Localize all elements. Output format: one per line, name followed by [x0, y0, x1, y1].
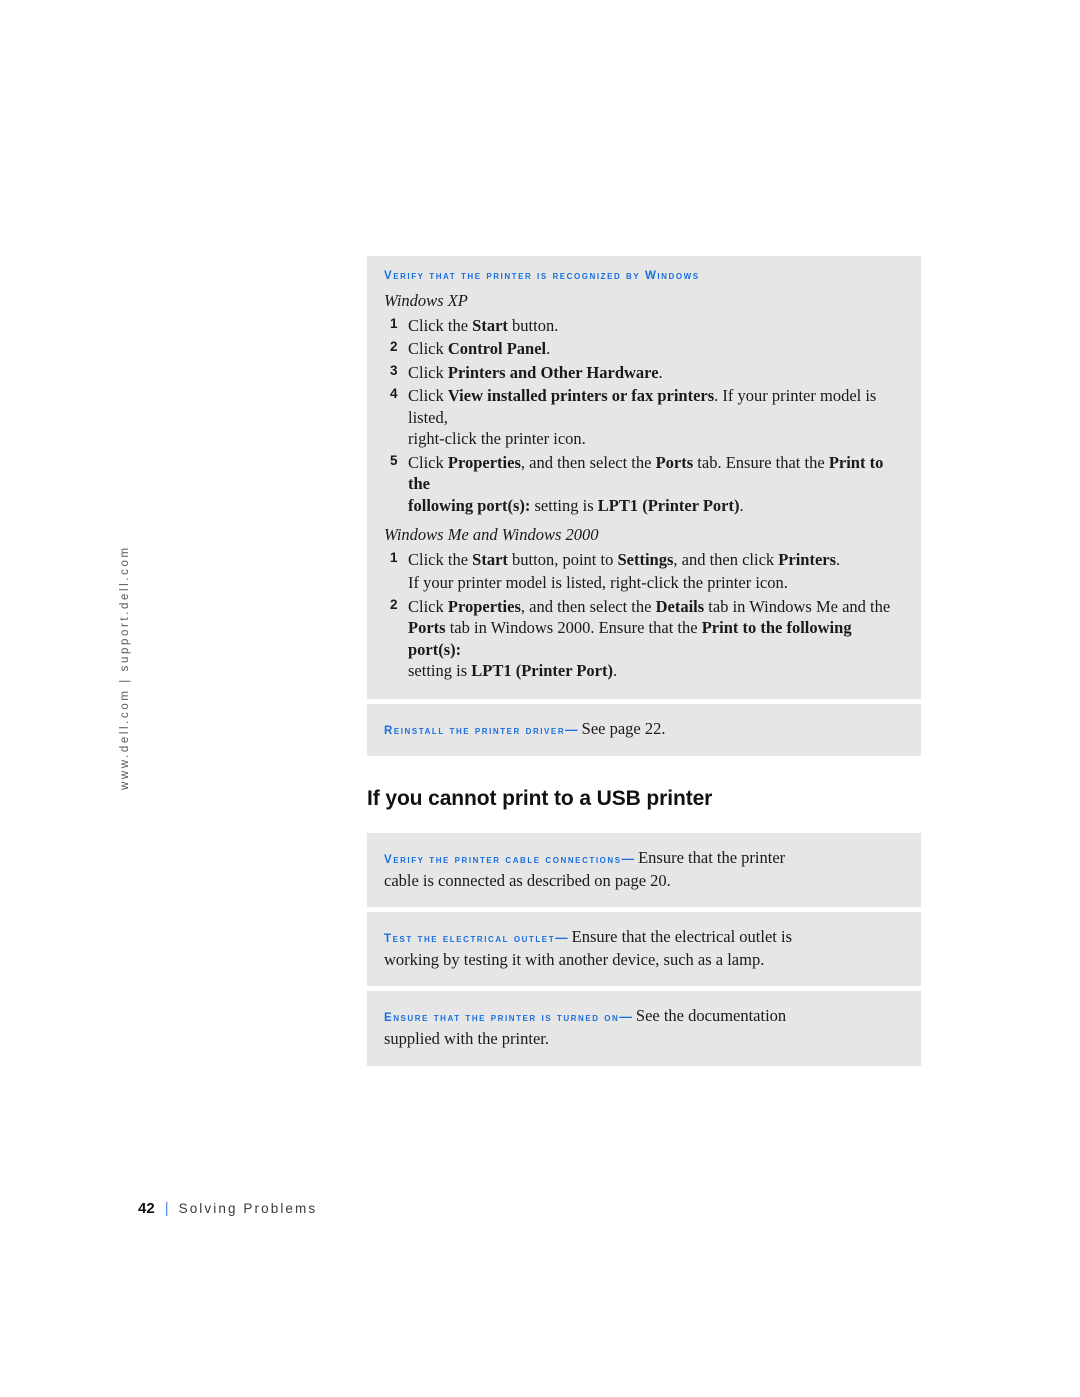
- step-item: 4 Click View installed printers or fax pr…: [384, 385, 904, 449]
- step-text-pre: Click: [408, 362, 448, 382]
- tip-line: Test the electrical outlet— Ensure that …: [384, 926, 904, 949]
- tip-heading-test-outlet: Test the electrical outlet: [384, 932, 556, 945]
- step-text-d: tab. Ensure that the: [693, 452, 829, 472]
- step-text-e: .: [836, 549, 841, 569]
- step-text-l3c: .: [613, 661, 618, 681]
- tip-body-test-outlet: Ensure that the electrical outlet is: [571, 926, 793, 946]
- step-text-post: .: [546, 339, 551, 359]
- content-column: Verify that the printer is recognized by…: [367, 256, 921, 1071]
- step-number: 1: [390, 549, 398, 565]
- em-dash-separator: —: [621, 851, 635, 866]
- os-subheading-windows-me-2000: Windows Me and Windows 2000: [384, 524, 599, 544]
- step-text-c: , and then select the: [520, 596, 656, 616]
- footer-separator: |: [164, 1200, 169, 1217]
- step-text-a: Click the: [408, 549, 473, 569]
- side-url-text: www.dell.com | support.dell.com: [119, 545, 131, 790]
- step-text-pre: Click: [408, 386, 448, 406]
- step-text-l2a: tab in Windows 2000. Ensure that the: [445, 618, 702, 638]
- step-text-bold-properties: Properties: [447, 452, 521, 472]
- tip-heading-printer-on: Ensure that the printer is turned on: [384, 1012, 620, 1025]
- tip-box-test-electrical-outlet: Test the electrical outlet— Ensure that …: [367, 911, 921, 987]
- step-text-bold-details: Details: [655, 596, 705, 616]
- step-text-d: tab in Windows Me and the: [704, 596, 891, 616]
- step-continuation-line: If your printer model is listed, right-c…: [408, 573, 788, 593]
- footer-chapter-title: Solving Problems: [178, 1201, 318, 1216]
- step-text-l3a: setting is: [408, 661, 472, 681]
- step-item: 1 Click the Start button.: [384, 315, 904, 336]
- step-number: 3: [390, 362, 398, 378]
- steps-list-windows-xp: 1 Click the Start button. 2 Click Control …: [384, 315, 904, 516]
- step-item: 5 Click Properties, and then select the P…: [384, 452, 904, 516]
- tip-body-reinstall-driver: See page 22.: [581, 718, 666, 738]
- footer-page-number: 42: [138, 1200, 155, 1217]
- tip-body-printer-on: See the documentation: [635, 1006, 787, 1026]
- step-text-post: .: [658, 362, 663, 382]
- step-text-d: , and then click: [673, 549, 779, 569]
- tip-body-verify-cable-line2: cable is connected as described on page …: [384, 870, 671, 890]
- tip-heading-reinstall-driver: Reinstall the printer driver: [384, 724, 566, 737]
- tip-box-verify-printer-recognized: Verify that the printer is recognized by…: [367, 256, 921, 699]
- step-text-a: Click: [408, 596, 448, 616]
- steps-list-windows-me-2000: 1 Click the Start button, point to Settin…: [384, 549, 904, 682]
- step-item: 1 Click the Start button, point to Settin…: [384, 549, 904, 570]
- step-text-bold-ports: Ports: [655, 452, 694, 472]
- tip-line: Reinstall the printer driver— See page 2…: [384, 718, 904, 741]
- step-text-a: Click: [408, 452, 448, 472]
- step-item: 2 Click Control Panel.: [384, 338, 904, 359]
- step-number: 1: [390, 316, 398, 331]
- tip-line: Verify the printer cable connections— En…: [384, 847, 904, 870]
- tip-body-test-outlet-line2: working by testing it with another devic…: [384, 950, 765, 970]
- step-text-bold: Printers and Other Hardware: [447, 362, 659, 382]
- step-text-bold: View installed printers or fax printers: [447, 386, 715, 406]
- tip-box-reinstall-printer-driver: Reinstall the printer driver— See page 2…: [367, 703, 921, 756]
- step-number: 2: [390, 596, 398, 612]
- em-dash-separator: —: [619, 1010, 632, 1025]
- step-text-bold: Control Panel: [447, 339, 547, 359]
- tip-box-printer-turned-on: Ensure that the printer is turned on— Se…: [367, 991, 921, 1066]
- step-text-c: button, point to: [507, 549, 618, 569]
- step-text-bold-start: Start: [472, 549, 508, 569]
- step-text-mid: setting is: [530, 495, 598, 515]
- step-text-post: button.: [507, 316, 559, 335]
- page-footer: 42 | Solving Problems: [138, 1200, 317, 1217]
- step-number: 2: [390, 339, 398, 355]
- tip-heading-verify-recognized: Verify that the printer is recognized by…: [384, 270, 700, 282]
- tip-box-verify-cable-connections: Verify the printer cable connections— En…: [367, 832, 921, 907]
- step-text-bold-properties: Properties: [447, 596, 521, 616]
- step-text-bold-following-port: following port(s):: [408, 495, 531, 515]
- step-text-bold-settings: Settings: [617, 549, 674, 569]
- step-number: 4: [390, 386, 398, 402]
- step-text-c: , and then select the: [520, 452, 656, 472]
- step-number: 5: [390, 452, 398, 468]
- section-heading-usb-printer: If you cannot print to a USB printer: [367, 786, 713, 810]
- document-page: www.dell.com | support.dell.com Verify t…: [0, 0, 1080, 1397]
- tip-body-verify-cable: Ensure that the printer: [638, 847, 786, 867]
- step-text-bold-lpt1: LPT1 (Printer Port): [597, 495, 740, 515]
- tip-line: Ensure that the printer is turned on— Se…: [384, 1005, 904, 1028]
- step-text-end: .: [739, 495, 744, 515]
- os-subheading-windows-xp: Windows XP: [384, 291, 468, 310]
- em-dash-separator: —: [555, 930, 568, 945]
- step-text-pre: Click: [408, 339, 448, 359]
- step-text-bold-ports: Ports: [408, 618, 446, 638]
- side-url-bar: www.dell.com | support.dell.com: [105, 490, 145, 790]
- step-text-bold-lpt1: LPT1 (Printer Port): [471, 661, 613, 681]
- step-text-line2: right-click the printer icon.: [408, 429, 586, 449]
- em-dash-separator: —: [565, 722, 578, 737]
- tip-body-printer-on-line2: supplied with the printer.: [384, 1029, 549, 1049]
- tip-heading-verify-cable: Verify the printer cable connections: [384, 853, 622, 866]
- step-item: 2 Click Properties, and then select the D…: [384, 596, 904, 682]
- step-text-bold: Start: [472, 316, 508, 335]
- step-text-bold-printers: Printers: [778, 549, 837, 569]
- step-text-pre: Click the: [408, 316, 473, 335]
- step-item: 3 Click Printers and Other Hardware.: [384, 362, 904, 383]
